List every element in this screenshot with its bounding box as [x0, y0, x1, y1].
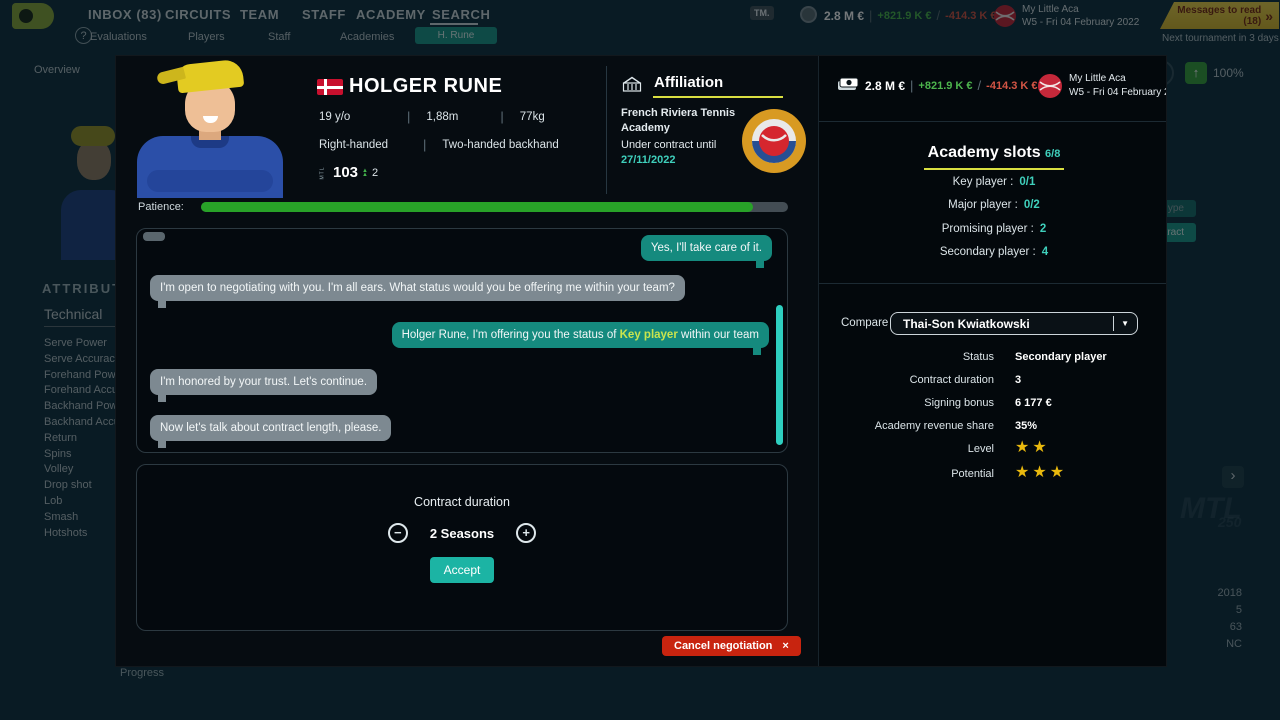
compare-selected-value: Thai-Son Kwiatkowski — [903, 316, 1030, 331]
increase-duration-button[interactable]: + — [516, 523, 537, 543]
slot-row: Secondary player :4 — [939, 246, 1049, 258]
academy-slots-header: Academy slots 6/8 — [927, 144, 1061, 161]
compare-row-label: Academy revenue share — [874, 420, 994, 432]
panel-finances: 2.8 M € | +821.9 K € / -414.3 K € — [865, 78, 1038, 93]
expense: -414.3 K € — [986, 79, 1038, 92]
header-divider — [606, 66, 607, 194]
my-academy-logo — [1038, 74, 1062, 98]
panel-divider — [819, 283, 1166, 284]
player-stats-row-1: 19 y/o | 1,88m | 77kg — [319, 109, 545, 124]
player-weight: 77kg — [519, 110, 545, 123]
academy-panel: 2.8 M € | +821.9 K € / -414.3 K € My Lit… — [818, 56, 1166, 666]
duration-stepper: − 2 Seasons + — [137, 523, 787, 543]
affiliation-contract-date: 27/11/2022 — [621, 154, 676, 166]
chat-bubble-opponent: Now let's talk about contract length, pl… — [150, 415, 392, 448]
affiliation-logo — [742, 109, 806, 173]
compare-row-value: 3 — [1015, 374, 1022, 386]
chat-scrollbar[interactable] — [776, 305, 783, 445]
duration-value: 2 Seasons — [429, 525, 495, 541]
player-name: HOLGER RUNE — [349, 75, 503, 97]
player-ranking: 103 — [333, 164, 359, 181]
accept-button[interactable]: Accept — [429, 557, 495, 583]
ranking-system-icon: MTL — [319, 166, 326, 179]
compare-row-label: Signing bonus — [924, 397, 994, 409]
slots-count: 6/8 — [1045, 148, 1061, 160]
game-screen: INBOX (83) CIRCUITS TEAM STAFF ACADEMY S… — [0, 0, 1280, 720]
player-photo — [119, 58, 299, 198]
denmark-flag-icon — [317, 79, 343, 95]
affiliation-details: French Riviera Tennis Academy Under cont… — [621, 106, 751, 168]
affiliation-academy-line2: Academy — [621, 122, 670, 134]
panel-academy-info: My Little Aca W5 - Fri 04 February 2022 — [1069, 73, 1166, 98]
patience-label: Patience: — [138, 201, 184, 213]
affiliation-title: Affiliation — [654, 74, 724, 91]
patience-bar — [201, 202, 788, 212]
cancel-negotiation-button[interactable]: Cancel negotiation × — [662, 636, 801, 656]
decrease-duration-button[interactable]: − — [387, 523, 408, 543]
compare-row-value: 35% — [1015, 420, 1038, 432]
compare-row-label: Status — [962, 351, 994, 363]
chevron-down-icon: ▼ — [1121, 319, 1129, 328]
chat-bubble-opponent: I'm open to negotiating with you. I'm al… — [150, 275, 685, 308]
academy-building-icon — [622, 76, 642, 92]
chat-panel: Yes, I'll take care of it. I'm open to n… — [136, 228, 788, 453]
player-stats-row-2: Right-handed | Two-handed backhand — [319, 137, 559, 152]
balance: 2.8 M € — [865, 78, 906, 93]
chat-bubble-player: Holger Rune, I'm offering you the status… — [391, 322, 769, 355]
patience-fill — [201, 202, 753, 212]
slot-row: Major player :0/2 — [948, 199, 1040, 211]
slots-underline — [924, 168, 1064, 170]
player-backhand: Two-handed backhand — [442, 138, 559, 151]
compare-row-label: Contract duration — [909, 374, 994, 386]
slot-row: Promising player :2 — [941, 223, 1047, 235]
player-ranking-row: MTL 103 ▲ ▲ 2 — [316, 164, 379, 181]
slot-row: Key player :0/1 — [952, 176, 1036, 188]
contract-duration-title: Contract duration — [414, 495, 510, 509]
player-hand: Right-handed — [319, 138, 389, 151]
chat-bubble-player: Yes, I'll take care of it. — [640, 235, 772, 268]
income: +821.9 K € — [918, 79, 973, 92]
player-age: 19 y/o — [319, 110, 351, 123]
potential-label: Potential — [951, 468, 994, 480]
ranking-up-icon: ▲ ▲ — [362, 167, 368, 178]
ranking-change: 2 — [371, 166, 379, 179]
compare-dropdown[interactable]: Thai-Son Kwiatkowski ▼ — [890, 312, 1138, 335]
contract-panel: Contract duration − 2 Seasons + Accept — [136, 464, 788, 631]
compare-row-value: 6 177 € — [1015, 397, 1052, 409]
level-stars: ★★ — [1015, 437, 1050, 456]
panel-divider — [819, 121, 1166, 122]
status-highlight: Key player — [619, 329, 678, 341]
chat-decoration — [143, 232, 165, 241]
affiliation-underline — [653, 96, 783, 98]
affiliation-contract-label: Under contract until — [621, 139, 717, 151]
money-icon — [838, 77, 859, 90]
negotiation-modal: HOLGER RUNE 19 y/o | 1,88m | 77kg Right-… — [115, 55, 1167, 667]
compare-row-value: Secondary player — [1015, 351, 1107, 363]
close-icon: × — [782, 640, 789, 652]
chat-bubble-opponent: I'm honored by your trust. Let's continu… — [150, 369, 378, 402]
affiliation-academy-line1: French Riviera Tennis — [621, 107, 736, 119]
player-height: 1,88m — [426, 110, 459, 123]
level-label: Level — [967, 443, 994, 455]
potential-stars: ★★★ — [1015, 462, 1068, 481]
